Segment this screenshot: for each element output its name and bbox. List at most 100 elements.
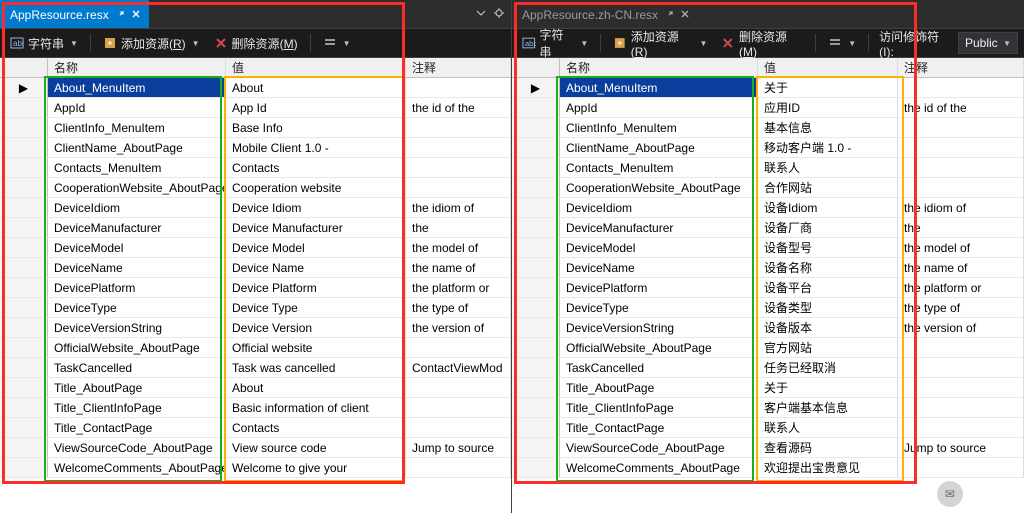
cell-name[interactable]: Title_AboutPage: [48, 378, 226, 397]
cell-name[interactable]: WelcomeComments_AboutPage: [48, 458, 226, 477]
cell-value[interactable]: 设备型号: [758, 238, 898, 257]
strings-dropdown[interactable]: abc 字符串 ▼: [518, 24, 592, 62]
cell-name[interactable]: DevicePlatform: [560, 278, 758, 297]
cell-comment[interactable]: the version of: [898, 318, 1024, 337]
cell-name[interactable]: Title_ContactPage: [560, 418, 758, 437]
table-row[interactable]: OfficialWebsite_AboutPage 官方网站: [512, 338, 1024, 358]
cell-comment[interactable]: [406, 398, 511, 417]
cell-value[interactable]: 设备版本: [758, 318, 898, 337]
cell-comment[interactable]: [406, 378, 511, 397]
table-row[interactable]: Title_ClientInfoPage 客户端基本信息: [512, 398, 1024, 418]
cell-name[interactable]: TaskCancelled: [48, 358, 226, 377]
row-header[interactable]: [512, 338, 560, 357]
cell-value[interactable]: Device Model: [226, 238, 406, 257]
cell-name[interactable]: DeviceManufacturer: [560, 218, 758, 237]
table-row[interactable]: ClientInfo_MenuItem Base Info: [0, 118, 511, 138]
table-row[interactable]: DeviceName Device Name the name of: [0, 258, 511, 278]
cell-name[interactable]: ClientInfo_MenuItem: [48, 118, 226, 137]
cell-name[interactable]: DeviceVersionString: [48, 318, 226, 337]
cell-value[interactable]: App Id: [226, 98, 406, 117]
col-name[interactable]: 名称: [48, 58, 226, 77]
table-row[interactable]: CooperationWebsite_AboutPage 合作网站: [512, 178, 1024, 198]
cell-name[interactable]: WelcomeComments_AboutPage: [560, 458, 758, 477]
cell-value[interactable]: Device Type: [226, 298, 406, 317]
col-comment[interactable]: 注释: [406, 58, 511, 77]
cell-name[interactable]: DeviceName: [560, 258, 758, 277]
table-row[interactable]: ClientName_AboutPage Mobile Client 1.0 -: [0, 138, 511, 158]
cell-value[interactable]: 关于: [758, 378, 898, 397]
cell-value[interactable]: 基本信息: [758, 118, 898, 137]
cell-comment[interactable]: [406, 458, 511, 477]
cell-comment[interactable]: [898, 158, 1024, 177]
row-header[interactable]: [0, 358, 48, 377]
dropdown-icon[interactable]: [475, 7, 487, 22]
cell-name[interactable]: ClientInfo_MenuItem: [560, 118, 758, 137]
col-comment[interactable]: 注释: [898, 58, 1024, 77]
table-row[interactable]: ClientName_AboutPage 移动客户端 1.0 -: [512, 138, 1024, 158]
row-header[interactable]: [512, 418, 560, 437]
row-header[interactable]: [512, 138, 560, 157]
row-header[interactable]: [0, 238, 48, 257]
table-row[interactable]: AppId 应用ID the id of the: [512, 98, 1024, 118]
document-tab[interactable]: AppResource.resx: [0, 0, 149, 28]
table-row[interactable]: Contacts_MenuItem Contacts: [0, 158, 511, 178]
cell-value[interactable]: About: [226, 378, 406, 397]
cell-name[interactable]: ViewSourceCode_AboutPage: [560, 438, 758, 457]
table-row[interactable]: ViewSourceCode_AboutPage View source cod…: [0, 438, 511, 458]
row-header[interactable]: [512, 238, 560, 257]
cell-name[interactable]: AppId: [48, 98, 226, 117]
row-header[interactable]: [512, 318, 560, 337]
cell-name[interactable]: TaskCancelled: [560, 358, 758, 377]
table-row[interactable]: Title_ContactPage Contacts: [0, 418, 511, 438]
cell-value[interactable]: Base Info: [226, 118, 406, 137]
cell-comment[interactable]: [898, 458, 1024, 477]
row-header[interactable]: [0, 338, 48, 357]
cell-comment[interactable]: [898, 138, 1024, 157]
table-row[interactable]: TaskCancelled Task was cancelled Contact…: [0, 358, 511, 378]
strings-dropdown[interactable]: abc 字符串 ▼: [6, 33, 82, 54]
cell-value[interactable]: 欢迎提出宝贵意见: [758, 458, 898, 477]
row-header[interactable]: [0, 98, 48, 117]
cell-comment[interactable]: the name of: [898, 258, 1024, 277]
cell-value[interactable]: About: [226, 78, 406, 97]
cell-value[interactable]: 官方网站: [758, 338, 898, 357]
table-row[interactable]: Title_ContactPage 联系人: [512, 418, 1024, 438]
view-dropdown[interactable]: ▼: [824, 34, 860, 52]
cell-comment[interactable]: [406, 158, 511, 177]
cell-value[interactable]: 合作网站: [758, 178, 898, 197]
table-row[interactable]: Title_AboutPage 关于: [512, 378, 1024, 398]
row-header[interactable]: [0, 298, 48, 317]
cell-value[interactable]: Device Platform: [226, 278, 406, 297]
table-row[interactable]: DeviceIdiom Device Idiom the idiom of: [0, 198, 511, 218]
row-header[interactable]: [512, 258, 560, 277]
cell-name[interactable]: DeviceVersionString: [560, 318, 758, 337]
cell-value[interactable]: Device Version: [226, 318, 406, 337]
table-row[interactable]: DeviceManufacturer 设备厂商 the: [512, 218, 1024, 238]
cell-comment[interactable]: the idiom of: [406, 198, 511, 217]
table-row[interactable]: DeviceVersionString Device Version the v…: [0, 318, 511, 338]
delete-resource-button[interactable]: 删除资源(M): [717, 26, 807, 61]
table-row[interactable]: DeviceManufacturer Device Manufacturer t…: [0, 218, 511, 238]
row-header[interactable]: [512, 158, 560, 177]
cell-name[interactable]: CooperationWebsite_AboutPage: [560, 178, 758, 197]
add-resource-button[interactable]: 添加资源(R) ▼: [609, 26, 711, 61]
row-header[interactable]: [512, 118, 560, 137]
row-header[interactable]: [0, 438, 48, 457]
table-row[interactable]: DeviceModel 设备型号 the model of: [512, 238, 1024, 258]
cell-name[interactable]: DeviceType: [560, 298, 758, 317]
cell-name[interactable]: Title_ClientInfoPage: [560, 398, 758, 417]
cell-comment[interactable]: the model of: [898, 238, 1024, 257]
cell-value[interactable]: Official website: [226, 338, 406, 357]
cell-value[interactable]: Contacts: [226, 418, 406, 437]
row-header[interactable]: [0, 138, 48, 157]
cell-value[interactable]: 查看源码: [758, 438, 898, 457]
cell-value[interactable]: 任务已经取消: [758, 358, 898, 377]
cell-comment[interactable]: the name of: [406, 258, 511, 277]
close-icon[interactable]: [131, 8, 141, 22]
view-dropdown[interactable]: ▼: [319, 34, 355, 52]
cell-value[interactable]: 设备厂商: [758, 218, 898, 237]
cell-value[interactable]: 联系人: [758, 158, 898, 177]
row-header[interactable]: [0, 418, 48, 437]
cell-comment[interactable]: [898, 338, 1024, 357]
table-row[interactable]: CooperationWebsite_AboutPage Cooperation…: [0, 178, 511, 198]
